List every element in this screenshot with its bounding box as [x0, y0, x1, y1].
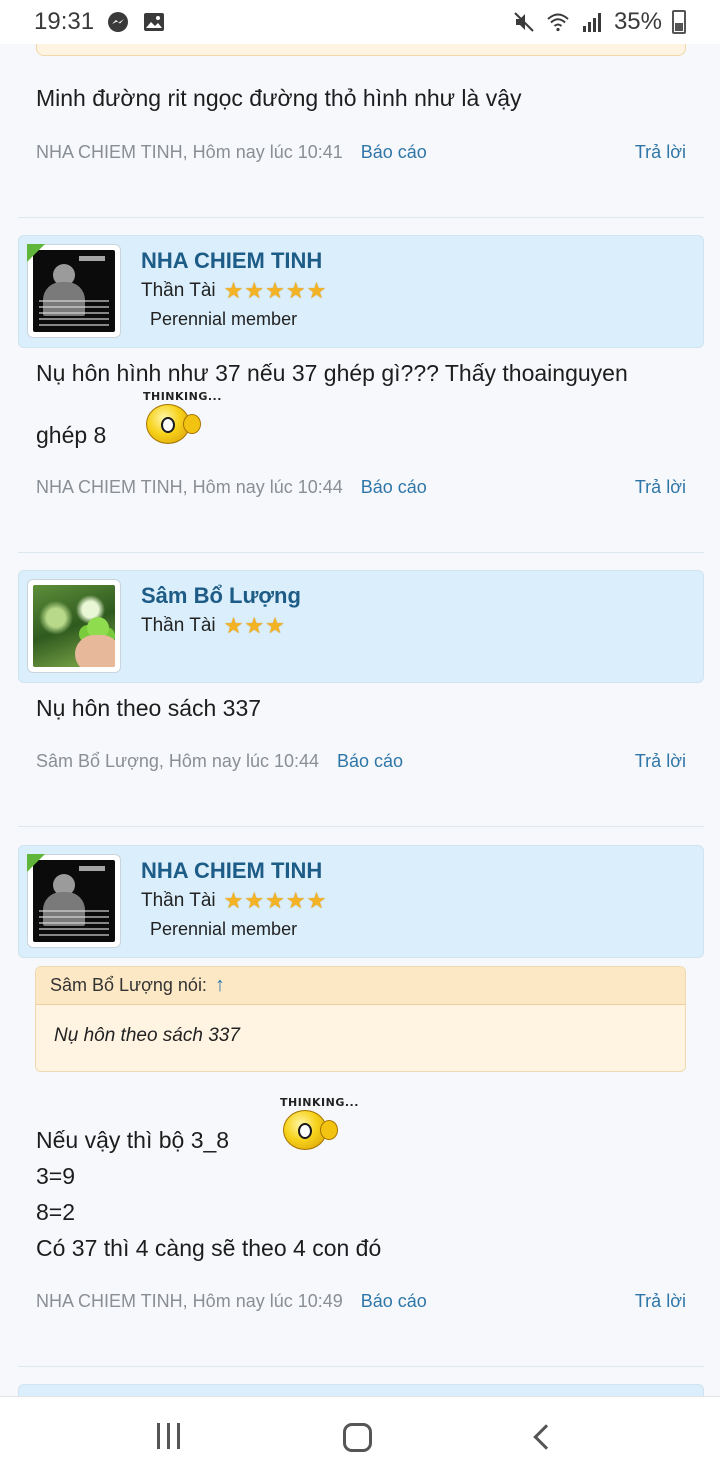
back-icon[interactable] — [533, 1424, 559, 1450]
report-link[interactable]: Báo cáo — [361, 477, 427, 498]
status-bar: 19:31 35% — [0, 0, 720, 44]
user-title: Thần Tài — [141, 890, 216, 911]
post-divider — [18, 217, 704, 218]
author-title: Thần Tài ★ ★ ★ ★ ★ — [141, 890, 326, 912]
star-icon: ★ — [265, 613, 285, 638]
star-icon: ★ — [244, 613, 265, 638]
report-link[interactable]: Báo cáo — [361, 1291, 427, 1312]
avatar[interactable] — [27, 244, 121, 338]
post-author-time: NHA CHIEM TINH, Hôm nay lúc 10:44 — [36, 477, 343, 497]
author-box: Sâm Bổ Lượng Thần Tài ★ ★ ★ — [18, 570, 704, 683]
status-time: 19:31 — [34, 8, 95, 35]
quote-text: Nụ hôn theo sách 337 — [54, 1025, 240, 1046]
post-message: Nếu vậy thì bộ 3_8 — [36, 1127, 230, 1153]
star-rating: ★ ★ ★ ★ ★ — [223, 888, 327, 913]
avatar[interactable] — [27, 854, 121, 948]
reply-link[interactable]: Trả lời — [635, 142, 686, 163]
report-link[interactable]: Báo cáo — [337, 751, 403, 772]
star-rating: ★ ★ ★ ★ ★ — [223, 278, 327, 303]
navigation-bar — [0, 1396, 720, 1480]
author-name[interactable]: Sâm Bổ Lượng — [141, 583, 301, 609]
star-icon: ★ — [244, 888, 265, 913]
author-title: Thần Tài ★ ★ ★ ★ ★ — [141, 280, 326, 302]
star-icon: ★ — [265, 278, 285, 303]
author-box: NHA CHIEM TINH Thần Tài ★ ★ ★ ★ ★ Perennial … — [18, 235, 704, 348]
star-icon: ★ — [306, 278, 327, 303]
quote-box: Sâm Bổ Lượng nói: ↑ Nụ hôn theo sách 337 — [35, 966, 686, 1072]
author-name[interactable]: NHA CHIEM TINH — [141, 858, 322, 884]
post-divider — [18, 1366, 704, 1367]
messenger-icon — [108, 12, 129, 32]
post-divider — [18, 552, 704, 553]
post-meta: NHA CHIEM TINH, Hôm nay lúc 10:44 Báo cá… — [36, 477, 427, 498]
post-meta: NHA CHIEM TINH, Hôm nay lúc 10:41 Báo cá… — [36, 142, 427, 163]
user-title: Thần Tài — [141, 615, 216, 636]
post-message: Nụ hôn hình như 37 nếu 37 ghép gì??? Thấ… — [36, 360, 628, 386]
star-icon: ★ — [244, 278, 265, 303]
avatar-image — [33, 585, 115, 667]
post-author-time: NHA CHIEM TINH, Hôm nay lúc 10:49 — [36, 1291, 343, 1311]
post-message-line: 8=2 — [36, 1199, 76, 1225]
reply-link[interactable]: Trả lời — [635, 751, 686, 772]
post-message-line: ghép 8 — [36, 422, 107, 448]
star-icon: ★ — [223, 278, 244, 303]
avatar-image — [33, 250, 115, 332]
user-title: Thần Tài — [141, 280, 216, 301]
quote-author: Sâm Bổ Lượng nói: — [50, 975, 207, 995]
member-badge: Perennial member — [150, 919, 298, 939]
thinking-smiley-icon: THINKING... — [143, 390, 221, 448]
member-badge: Perennial member — [150, 309, 298, 329]
author-box: NHA CHIEM TINH Thần Tài ★ ★ ★ ★ ★ Perennial … — [18, 845, 704, 958]
author-name[interactable]: NHA CHIEM TINH — [141, 248, 322, 274]
post-author-time: NHA CHIEM TINH, Hôm nay lúc 10:41 — [36, 142, 343, 162]
thread-content: Minh đường rit ngọc đường thỏ hình như l… — [0, 44, 720, 1396]
star-icon: ★ — [223, 613, 244, 638]
recent-apps-icon[interactable] — [157, 1423, 185, 1449]
post-divider — [18, 826, 704, 827]
author-title: Thần Tài ★ ★ ★ — [141, 615, 285, 637]
reply-link[interactable]: Trả lời — [635, 1291, 686, 1312]
mute-icon — [514, 12, 534, 32]
post-meta: NHA CHIEM TINH, Hôm nay lúc 10:49 Báo cá… — [36, 1291, 427, 1312]
image-icon — [144, 13, 165, 31]
post-message-line: 3=9 — [36, 1163, 76, 1189]
avatar-image — [33, 860, 115, 942]
post-message: Nụ hôn theo sách 337 — [36, 695, 262, 721]
signal-icon — [582, 13, 601, 32]
arrow-up-icon[interactable]: ↑ — [215, 974, 225, 997]
star-icon: ★ — [285, 888, 306, 913]
battery-icon — [672, 10, 686, 34]
wifi-icon — [547, 13, 569, 32]
post-message: Minh đường rit ngọc đường thỏ hình như l… — [36, 85, 522, 111]
report-link[interactable]: Báo cáo — [361, 142, 427, 163]
home-icon[interactable] — [343, 1423, 372, 1452]
star-icon: ★ — [306, 888, 327, 913]
post-message-line: Có 37 thì 4 càng sẽ theo 4 con đó — [36, 1235, 382, 1261]
post-meta: Sâm Bổ Lượng, Hôm nay lúc 10:44 Báo cáo — [36, 751, 403, 772]
reply-link[interactable]: Trả lời — [635, 477, 686, 498]
quote-header: Sâm Bổ Lượng nói: ↑ — [36, 967, 685, 1005]
quote-box-remnant — [36, 44, 686, 56]
star-icon: ★ — [223, 888, 244, 913]
avatar[interactable] — [27, 579, 121, 673]
star-icon: ★ — [285, 278, 306, 303]
thinking-smiley-icon: THINKING... — [280, 1096, 358, 1154]
star-icon: ★ — [265, 888, 285, 913]
post-author-time: Sâm Bổ Lượng, Hôm nay lúc 10:44 — [36, 751, 319, 771]
battery-percent: 35% — [613, 8, 662, 35]
author-box-partial — [18, 1384, 704, 1396]
star-rating: ★ ★ ★ — [223, 613, 285, 638]
